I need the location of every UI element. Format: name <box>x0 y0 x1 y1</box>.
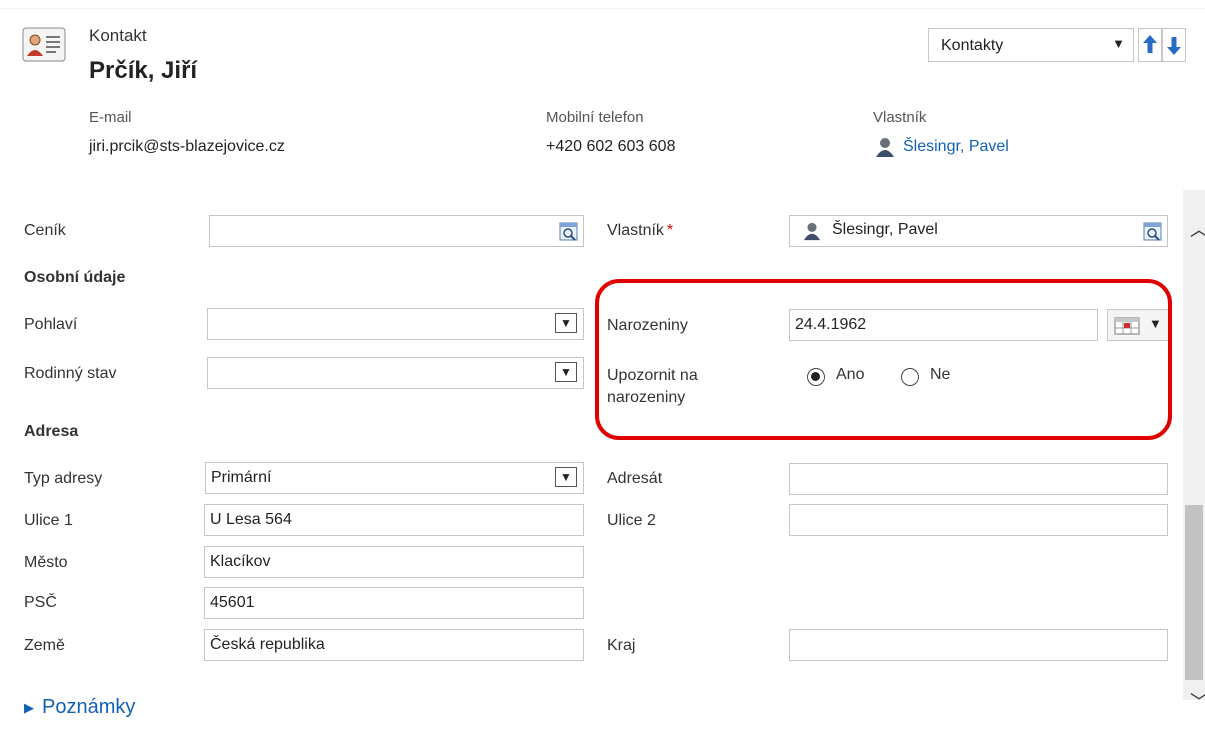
pricelist-lookup[interactable] <box>209 215 584 247</box>
birthday-highlight-box <box>595 279 1172 440</box>
street2-input[interactable] <box>789 504 1168 536</box>
chevron-down-icon[interactable]: ▼ <box>555 313 577 333</box>
mobile-summary-value[interactable]: +420 602 603 608 <box>546 138 675 156</box>
record-title: Prčík, Jiří <box>89 57 198 84</box>
arrow-up-icon <box>1143 35 1157 53</box>
notes-section-toggle[interactable]: Poznámky <box>42 696 135 719</box>
zip-input[interactable]: 45601 <box>204 587 584 619</box>
owner-summary-link[interactable]: Šlesingr, Pavel <box>903 138 1009 156</box>
expand-triangle-icon[interactable]: ▶ <box>24 700 34 716</box>
personal-info-section-title: Osobní údaje <box>24 269 126 286</box>
gender-select[interactable]: ▼ <box>207 308 584 340</box>
address-type-select[interactable]: Primární ▼ <box>205 462 584 494</box>
email-summary-label: E-mail <box>89 109 132 126</box>
owner-lookup[interactable]: Šlesingr, Pavel <box>789 215 1168 247</box>
scroll-up-icon[interactable]: ︿ <box>1190 216 1205 242</box>
owner-lookup-value: Šlesingr, Pavel <box>832 221 938 238</box>
lookup-icon[interactable] <box>1143 222 1163 242</box>
scrollbar-thumb[interactable] <box>1185 505 1203 680</box>
pricelist-label: Ceník <box>24 222 66 239</box>
chevron-down-icon: ▼ <box>1112 36 1125 51</box>
addressee-label: Adresát <box>607 470 663 487</box>
chevron-down-icon[interactable]: ▼ <box>555 467 577 487</box>
next-record-button[interactable] <box>1162 28 1186 62</box>
entity-type-label: Kontakt <box>89 26 147 45</box>
top-divider <box>0 8 1205 9</box>
street2-label: Ulice 2 <box>607 512 656 529</box>
region-input[interactable] <box>789 629 1168 661</box>
street1-input[interactable]: U Lesa 564 <box>204 504 584 536</box>
user-icon <box>803 222 821 241</box>
gender-label: Pohlaví <box>24 316 78 333</box>
marital-status-label: Rodinný stav <box>24 365 117 382</box>
user-icon <box>876 138 894 157</box>
required-asterisk: * <box>666 222 674 239</box>
mobile-summary-label: Mobilní telefon <box>546 109 644 126</box>
country-label: Země <box>24 637 65 654</box>
address-type-value: Primární <box>211 469 272 486</box>
owner-field-label: Vlastník * <box>607 222 674 239</box>
street1-value: U Lesa 564 <box>210 511 292 528</box>
view-selector-dropdown[interactable]: Kontakty ▼ <box>928 28 1134 62</box>
arrow-down-icon <box>1167 37 1181 55</box>
owner-summary-label: Vlastník <box>873 109 927 126</box>
country-input[interactable]: Česká republika <box>204 629 584 661</box>
region-label: Kraj <box>607 637 636 654</box>
scroll-down-icon[interactable]: ﹀ <box>1190 688 1205 714</box>
contact-card-icon <box>22 27 66 62</box>
marital-status-select[interactable]: ▼ <box>207 357 584 389</box>
previous-record-button[interactable] <box>1138 28 1162 62</box>
city-input[interactable]: Klacíkov <box>204 546 584 578</box>
address-type-label: Typ adresy <box>24 470 103 487</box>
zip-value: 45601 <box>210 594 255 611</box>
chevron-down-icon[interactable]: ▼ <box>555 362 577 382</box>
addressee-input[interactable] <box>789 463 1168 495</box>
address-section-title: Adresa <box>24 423 79 440</box>
street1-label: Ulice 1 <box>24 512 73 529</box>
city-label: Město <box>24 554 68 571</box>
zip-label: PSČ <box>24 594 57 611</box>
view-selector-value: Kontakty <box>941 37 1004 54</box>
country-value: Česká republika <box>210 636 325 653</box>
email-summary-value[interactable]: jiri.prcik@sts-blazejovice.cz <box>89 138 285 156</box>
lookup-icon[interactable] <box>559 222 579 242</box>
city-value: Klacíkov <box>210 553 271 570</box>
